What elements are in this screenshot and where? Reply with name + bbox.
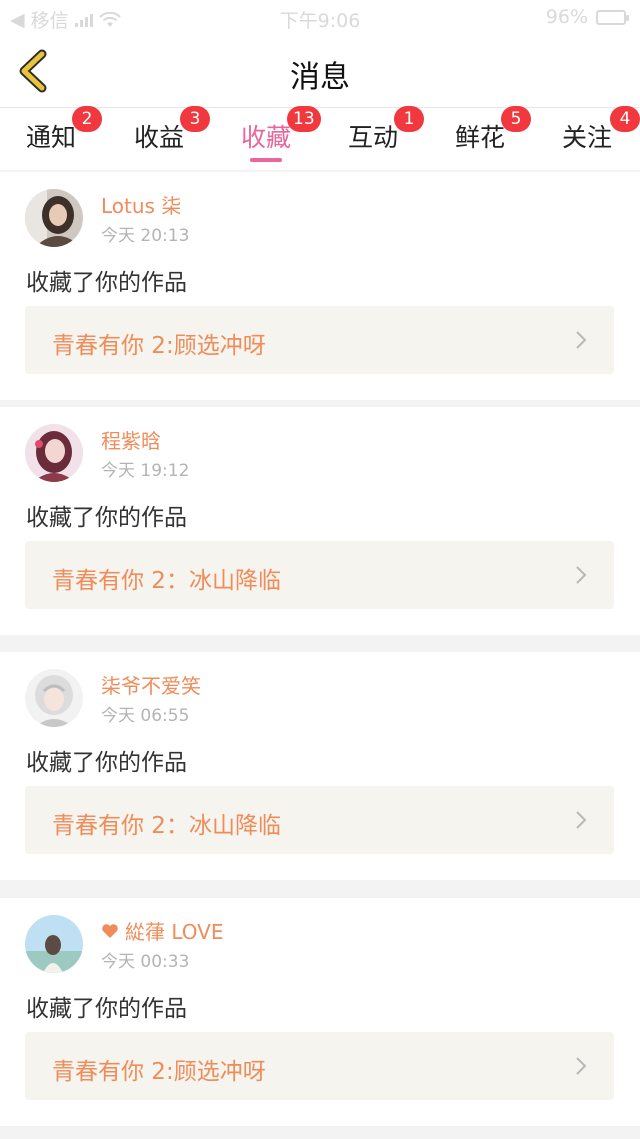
message-card: 程紫晗 今天 19:12 收藏了你的作品 青春有你 2：冰山降临 xyxy=(0,407,640,635)
message-text: 收藏了你的作品 xyxy=(26,270,187,296)
work-title: 青春有你 2:顾选冲呀 xyxy=(52,333,266,359)
tab-earnings[interactable]: 收益 3 xyxy=(134,106,210,154)
page-title: 消息 xyxy=(290,60,350,95)
message-card: 柒爷不爱笑 今天 06:55 收藏了你的作品 青春有你 2：冰山降临 xyxy=(0,652,640,880)
tab-badge: 1 xyxy=(394,106,424,132)
message-text: 收藏了你的作品 xyxy=(26,996,187,1022)
avatar[interactable] xyxy=(25,424,83,482)
work-title: 青春有你 2：冰山降临 xyxy=(52,813,281,839)
tab-favorites[interactable]: 收藏 13 xyxy=(241,106,321,162)
tab-badge: 3 xyxy=(180,106,210,132)
battery-percent: 96% xyxy=(545,6,588,28)
nav-bar: 消息 xyxy=(0,34,640,108)
status-bar: ◀ 移信 下午9:06 96% xyxy=(0,0,640,34)
work-link[interactable]: 青春有你 2:顾选冲呀 xyxy=(25,306,614,374)
avatar[interactable] xyxy=(25,189,83,247)
username[interactable]: 程紫晗 xyxy=(101,425,161,454)
tab-label: 关注 xyxy=(562,123,613,152)
avatar[interactable] xyxy=(25,915,83,973)
chevron-right-icon xyxy=(576,331,587,349)
battery-icon xyxy=(596,9,629,25)
tab-interactions[interactable]: 互动 1 xyxy=(348,106,424,154)
work-link[interactable]: 青春有你 2：冰山降临 xyxy=(25,541,614,609)
message-text: 收藏了你的作品 xyxy=(26,750,187,776)
work-link[interactable]: 青春有你 2:顾选冲呀 xyxy=(25,1032,614,1100)
tab-label: 通知 xyxy=(26,123,77,152)
chevron-right-icon xyxy=(576,1057,587,1075)
tab-label: 互动 xyxy=(348,123,399,152)
work-title: 青春有你 2：冰山降临 xyxy=(52,568,281,594)
username[interactable]: Lotus 柒 xyxy=(101,190,181,219)
timestamp: 今天 06:55 xyxy=(101,706,190,726)
username[interactable]: 柒爷不爱笑 xyxy=(101,670,201,699)
message-card: 緃葎 LOVE 今天 00:33 收藏了你的作品 青春有你 2:顾选冲呀 xyxy=(0,898,640,1126)
tab-label: 鲜花 xyxy=(455,123,506,152)
work-title: 青春有你 2:顾选冲呀 xyxy=(52,1059,266,1085)
username[interactable]: 緃葎 LOVE xyxy=(101,916,224,945)
timestamp: 今天 19:12 xyxy=(101,461,190,481)
message-text: 收藏了你的作品 xyxy=(26,505,187,531)
tab-notifications[interactable]: 通知 2 xyxy=(26,106,102,154)
tab-flowers[interactable]: 鲜花 5 xyxy=(455,106,531,154)
message-card: Lotus 柒 今天 20:13 收藏了你的作品 青春有你 2:顾选冲呀 xyxy=(0,172,640,400)
status-time: 下午9:06 xyxy=(279,10,361,32)
status-right: 96% xyxy=(545,6,629,28)
active-tab-indicator xyxy=(250,158,282,162)
tab-bar: 通知 2 收益 3 收藏 13 互动 1 鲜花 5 关注 4 xyxy=(0,106,640,170)
timestamp: 今天 20:13 xyxy=(101,226,190,246)
chevron-right-icon xyxy=(576,811,587,829)
tab-following[interactable]: 关注 4 xyxy=(562,106,640,154)
tab-badge: 5 xyxy=(501,106,531,132)
tab-label: 收益 xyxy=(134,123,185,152)
heart-icon xyxy=(102,923,118,938)
chevron-right-icon xyxy=(576,566,587,584)
tab-badge: 13 xyxy=(287,106,321,132)
tab-badge: 2 xyxy=(72,106,102,132)
tab-badge: 4 xyxy=(610,106,640,132)
tab-label: 收藏 xyxy=(241,123,292,152)
work-link[interactable]: 青春有你 2：冰山降临 xyxy=(25,786,614,854)
avatar[interactable] xyxy=(25,669,83,727)
timestamp: 今天 00:33 xyxy=(101,952,190,972)
